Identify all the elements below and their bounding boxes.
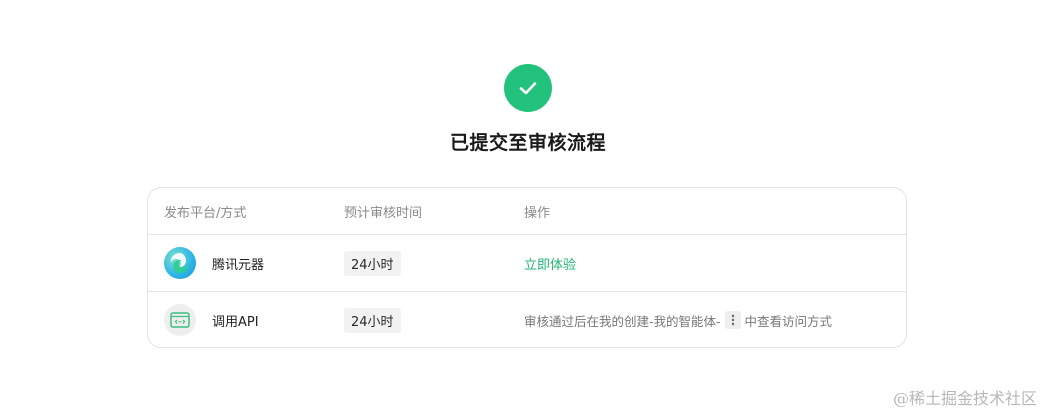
table-row: 调用API 24小时 审核通过后在我的创建-我的智能体- 中查看访问方式 — [148, 292, 906, 347]
table-row: 腾讯元器 24小时 立即体验 — [148, 235, 906, 292]
publish-table: 发布平台/方式 预计审核时间 操作 腾讯元器 24小时 立即体验 调用API 2… — [147, 187, 907, 348]
access-instructions-prefix: 审核通过后在我的创建-我的智能体- — [524, 313, 721, 329]
review-time-cell: 24小时 — [344, 292, 401, 347]
platform-name: 调用API — [212, 314, 259, 330]
tencent-yuanqi-logo-icon — [164, 247, 196, 279]
try-now-link[interactable]: 立即体验 — [524, 254, 576, 273]
platform-name: 腾讯元器 — [212, 257, 265, 273]
api-icon — [164, 304, 196, 336]
more-vertical-icon — [724, 311, 741, 329]
review-time-cell: 24小时 — [344, 235, 401, 291]
review-time-badge: 24小时 — [344, 250, 401, 276]
column-header-platform: 发布平台/方式 — [164, 205, 247, 221]
access-instructions-suffix: 中查看访问方式 — [744, 313, 833, 329]
platform-cell: 调用API — [164, 292, 259, 347]
access-instructions: 审核通过后在我的创建-我的智能体- 中查看访问方式 — [524, 311, 832, 330]
success-check-icon — [504, 64, 552, 112]
platform-cell: 腾讯元器 — [164, 235, 264, 291]
action-cell: 立即体验 — [524, 235, 576, 291]
watermark: @稀土掘金技术社区 — [892, 389, 1037, 408]
column-header-review-time: 预计审核时间 — [344, 205, 423, 221]
column-header-action: 操作 — [524, 205, 551, 221]
review-time-badge: 24小时 — [344, 307, 401, 333]
table-header-row: 发布平台/方式 预计审核时间 操作 — [148, 188, 906, 235]
page-title: 已提交至审核流程 — [449, 132, 606, 154]
action-cell: 审核通过后在我的创建-我的智能体- 中查看访问方式 — [524, 292, 832, 347]
